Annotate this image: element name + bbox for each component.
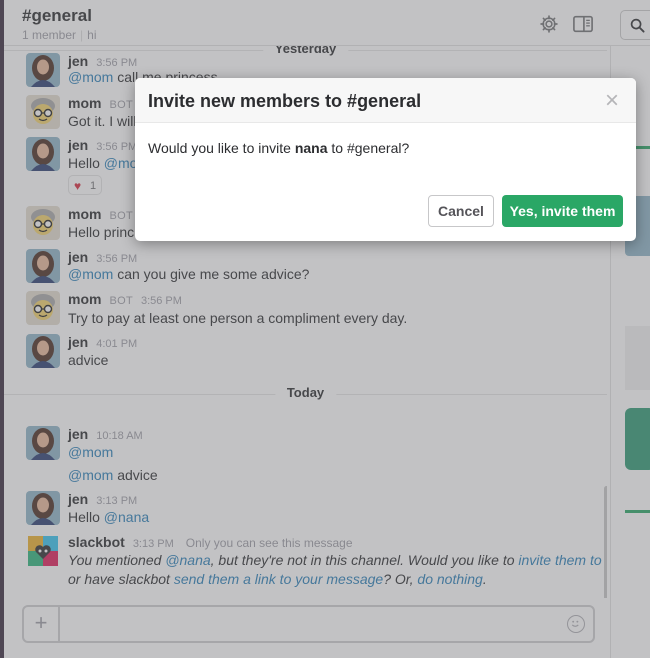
dialog-title: Invite new members to #general bbox=[148, 91, 422, 111]
dialog-text: Would you like to invite bbox=[148, 140, 295, 156]
dialog-text: to #general? bbox=[327, 140, 410, 156]
close-icon[interactable]: × bbox=[605, 87, 619, 115]
invitee-name: nana bbox=[294, 140, 328, 156]
confirm-invite-button[interactable]: Yes, invite them bbox=[502, 195, 623, 227]
dialog-header: Invite new members to #general × bbox=[135, 78, 636, 123]
cancel-button[interactable]: Cancel bbox=[428, 195, 494, 227]
dialog-message: Would you like to invite nana to #genera… bbox=[148, 140, 409, 156]
slack-app: #general 1 member | hi Yesterday jen 3:5… bbox=[0, 0, 650, 658]
invite-dialog: Invite new members to #general × Would y… bbox=[135, 78, 636, 241]
